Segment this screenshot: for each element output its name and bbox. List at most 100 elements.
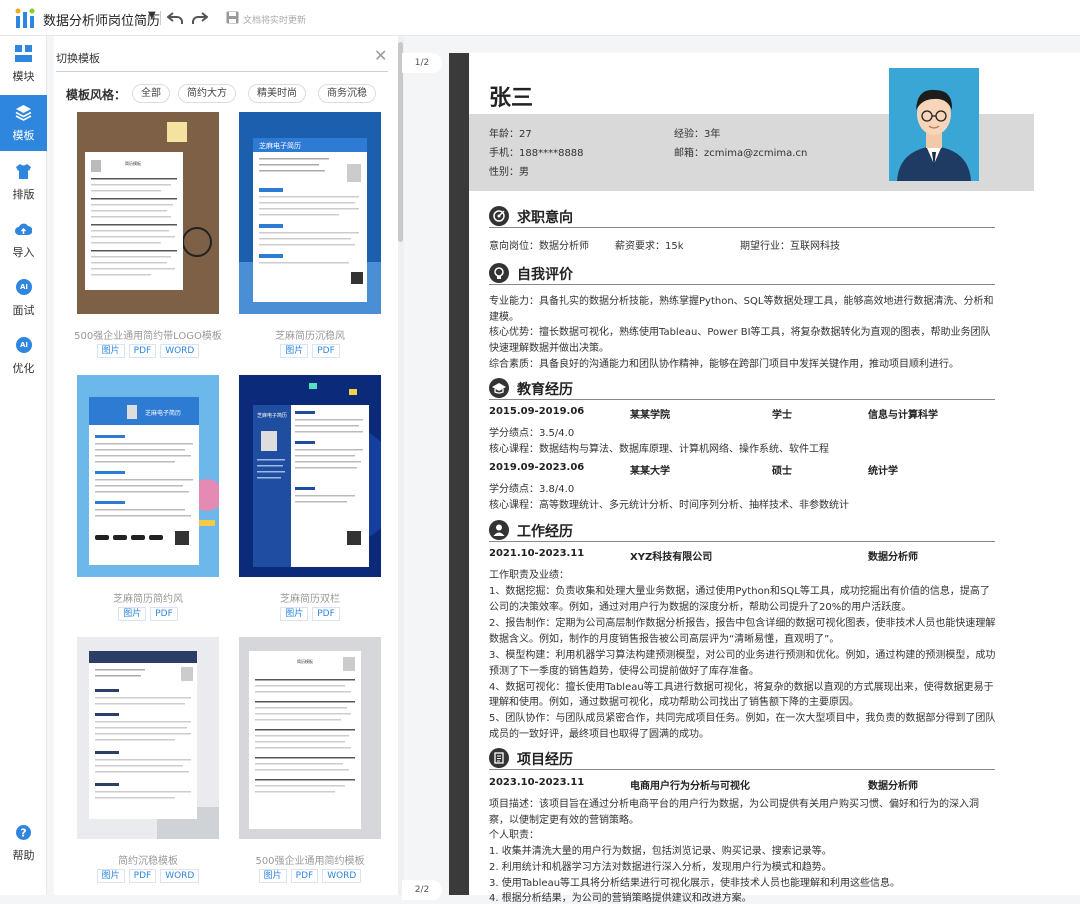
info-experience[interactable]: 经验：3年 [674,125,720,140]
project-line[interactable]: 1. 收集并清洗大量的用户行为数据，包括浏览记录、购买记录、搜索记录等。 [489,842,832,857]
nav-item-modules[interactable]: 模块 [0,36,47,92]
nav-item-interview[interactable]: AI 面试 [0,270,47,326]
intent-position[interactable]: 意向岗位：数据分析师 [489,237,589,252]
section-header-intent[interactable]: 求职意向 [489,206,995,228]
profile-photo[interactable] [889,68,979,181]
edu-major[interactable]: 统计学 [868,462,898,477]
edu-school[interactable]: 某某大学 [630,462,670,477]
edu-school[interactable]: 某某学院 [630,406,670,421]
work-line[interactable]: 工作职责及业绩： [489,566,569,581]
tag-image[interactable]: 图片 [96,344,125,358]
template-thumbnail[interactable]: 简历模板 [239,637,381,839]
edu-courses[interactable]: 核心课程：数据结构与算法、数据库原理、计算机网络、操作系统、软件工程 [489,440,829,455]
work-line[interactable]: 2、报告制作：定期为公司高层制作数据分析报告，报告中包含详细的数据可视化图表，使… [489,614,995,629]
project-name[interactable]: 电商用户行为分析与可视化 [630,777,750,792]
work-line[interactable]: 理解和使用。例如，通过数据可视化，成功帮助公司找出了销售额下降的主要原因。 [489,693,859,708]
self-line[interactable]: 建模。 [489,308,519,323]
self-line[interactable]: 核心优势：擅长数据可视化，熟练使用Tableau、Power BI等工具，将复杂… [489,323,991,338]
grid-icon [15,45,32,62]
close-icon[interactable]: ✕ [374,46,387,65]
intent-industry[interactable]: 期望行业：互联网科技 [740,237,840,252]
tag-word[interactable]: WORD [322,869,362,883]
app-logo-icon[interactable] [14,7,36,29]
self-line[interactable]: 快速理解数据并做出决策。 [489,339,609,354]
nav-item-templates[interactable]: 模板 [0,95,47,151]
project-line[interactable]: 察，以便制定更有效的营销策略。 [489,811,639,826]
nav-item-layout[interactable]: 排版 [0,154,47,210]
tag-word[interactable]: WORD [160,344,200,358]
nav-item-optimize[interactable]: AI 优化 [0,328,47,384]
project-line[interactable]: 个人职责： [489,826,539,841]
work-role[interactable]: 数据分析师 [868,548,918,563]
document-title[interactable]: 数据分析师岗位简历 [43,10,160,29]
info-age[interactable]: 年龄：27 [489,125,532,140]
project-line[interactable]: 3. 使用Tableau等工具将分析结果进行可视化展示，使非技术人员也能理解和利… [489,874,900,889]
resume-preview[interactable]: 张三 年龄：27 经验：3年 手机：188****8888 邮箱：zcmima@… [449,53,1080,904]
filter-fashion[interactable]: 精美时尚 [248,84,306,103]
info-email[interactable]: 邮箱：zcmima@zcmima.cn [674,144,807,159]
info-gender[interactable]: 性别：男 [489,163,529,178]
chevron-down-icon[interactable]: ▼ [148,10,156,21]
tag-image[interactable]: 图片 [280,344,309,358]
nav-item-import[interactable]: 导入 [0,212,47,268]
page-indicator[interactable]: 2/2 [402,880,442,900]
edu-gpa[interactable]: 学分绩点：3.8/4.0 [489,480,574,495]
tag-image[interactable]: 图片 [96,869,125,883]
project-period[interactable]: 2023.10-2023.11 [489,777,584,788]
edu-period[interactable]: 2015.09-2019.06 [489,406,584,417]
filter-simple[interactable]: 简约大方 [178,84,236,103]
edu-gpa[interactable]: 学分绩点：3.5/4.0 [489,424,574,439]
tag-image[interactable]: 图片 [258,869,287,883]
resume-name[interactable]: 张三 [489,80,533,112]
self-line[interactable]: 综合素质：具备良好的沟通能力和团队协作精神，能够在跨部门项目中发挥关键作用，推动… [489,355,959,370]
project-line[interactable]: 项目描述：该项目旨在通过分析电商平台的用户行为数据，为公司提供有关用户购买习惯、… [489,795,979,810]
tag-pdf[interactable]: PDF [290,869,319,883]
template-thumbnail[interactable]: 芝麻电子简历 [239,112,381,314]
work-period[interactable]: 2021.10-2023.11 [489,548,584,559]
tag-pdf[interactable]: PDF [128,869,157,883]
template-thumbnail[interactable]: 简历模板 [77,112,219,314]
work-line[interactable]: 预测了下一季度的销售趋势，使得公司提前做好了库存准备。 [489,662,759,677]
edu-major[interactable]: 信息与计算科学 [868,406,938,421]
redo-icon[interactable] [192,11,208,25]
edu-courses[interactable]: 核心课程：高等数理统计、多元统计分析、时间序列分析、抽样技术、非参数统计 [489,496,849,511]
tag-image[interactable]: 图片 [118,607,147,621]
section-header-work[interactable]: 工作经历 [489,520,995,542]
self-line[interactable]: 专业能力：具备扎实的数据分析技能，熟练掌握Python、SQL等数据处理工具，能… [489,292,993,307]
template-thumbnail[interactable] [77,637,219,839]
tag-pdf[interactable]: PDF [150,607,178,621]
project-line[interactable]: 2. 利用统计和机器学习方法对数据进行深入分析，发现用户行为模式和趋势。 [489,858,832,873]
tag-image[interactable]: 图片 [280,607,309,621]
template-thumbnail[interactable]: 芝麻电子简历 [239,375,381,577]
tag-pdf[interactable]: PDF [312,607,340,621]
tag-pdf[interactable]: PDF [128,344,157,358]
work-line[interactable]: 4、数据可视化：擅长使用Tableau等工具进行数据可视化，将复杂的数据以直观的… [489,678,994,693]
undo-icon[interactable] [167,11,183,25]
edu-degree[interactable]: 学士 [772,406,792,421]
section-header-self[interactable]: 自我评价 [489,263,995,285]
project-line[interactable]: 4. 根据分析结果，为公司的营销策略提供建议和改进方案。 [489,889,752,904]
nav-item-help[interactable]: ? 帮助 [0,815,47,871]
filter-all[interactable]: 全部 [132,84,170,103]
work-line[interactable]: 1、数据挖掘：负责收集和处理大量业务数据，通过使用Python和SQL等工具，成… [489,582,990,597]
intent-salary[interactable]: 薪资要求：15k [615,237,684,252]
work-line[interactable]: 5、团队协作：与团队成员紧密合作，共同完成项目任务。例如，在一次大型项目中，我负… [489,709,995,724]
tag-pdf[interactable]: PDF [312,344,340,358]
page-indicator[interactable]: 1/2 [402,53,442,73]
work-company[interactable]: XYZ科技有限公司 [630,548,712,563]
work-line[interactable]: 公司的决策效率。例如，通过对用户行为数据的深度分析，帮助公司提升了20%的用户活… [489,598,911,613]
section-header-project[interactable]: 项目经历 [489,748,995,770]
save-icon[interactable] [226,11,239,24]
nav-label: 面试 [12,304,35,317]
tag-word[interactable]: WORD [160,869,200,883]
template-thumbnail[interactable]: 芝麻电子简历 [77,375,219,577]
project-role[interactable]: 数据分析师 [868,777,918,792]
edu-degree[interactable]: 硕士 [772,462,792,477]
work-line[interactable]: 数据含义。例如，制作的月度销售报告被公司高层评为“清晰易懂，直观明了”。 [489,630,839,645]
work-line[interactable]: 3、模型构建：利用机器学习算法构建预测模型，对公司的业务进行预测和优化。例如，通… [489,646,995,661]
work-line[interactable]: 成员的一致好评，最终项目也取得了圆满的成功。 [489,725,709,740]
info-phone[interactable]: 手机：188****8888 [489,144,584,159]
edu-period[interactable]: 2019.09-2023.06 [489,462,584,473]
section-header-education[interactable]: 教育经历 [489,378,995,400]
filter-business[interactable]: 商务沉稳 [318,84,376,103]
